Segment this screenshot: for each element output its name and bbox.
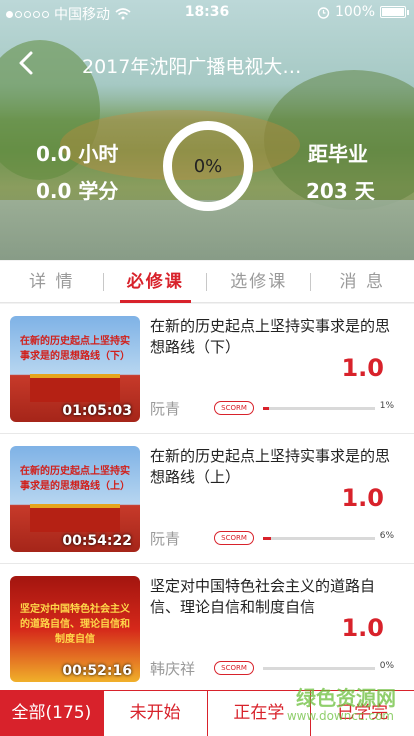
- back-button[interactable]: [16, 50, 46, 80]
- course-thumbnail: 在新的历史起点上坚持实事求是的思想路线（下） 01:05:03: [10, 316, 140, 422]
- course-thumbnail: 坚定对中国特色社会主义的道路自信、理论自信和制度自信 00:52:16: [10, 576, 140, 682]
- scorm-badge: SCORM: [214, 531, 254, 545]
- graduation-days: 203 天: [306, 179, 375, 203]
- course-progress-percent: 0%: [379, 661, 394, 671]
- course-list: 在新的历史起点上坚持实事求是的思想路线（下） 01:05:03 在新的历史起点上…: [0, 304, 414, 694]
- course-duration: 01:05:03: [62, 403, 132, 419]
- filter-not-started-button[interactable]: 未开始: [103, 691, 208, 736]
- tab-elective[interactable]: 选修课: [207, 261, 311, 303]
- tab-details[interactable]: 详 情: [0, 261, 104, 303]
- course-item[interactable]: 在新的历史起点上坚持实事求是的思想路线（下） 01:05:03 在新的历史起点上…: [0, 304, 414, 434]
- earned-credits: 0.0 学分: [36, 179, 119, 203]
- filter-all-button[interactable]: 全部(175): [0, 691, 104, 736]
- watermark-logo: 绿色资源网: [296, 686, 396, 710]
- course-progress-bar: [263, 667, 375, 670]
- course-credit: 1.0: [341, 354, 384, 382]
- graduation-label: 距毕业: [308, 142, 368, 166]
- page-title: 2017年沈阳广播电视大…: [82, 56, 302, 78]
- status-bar: 中国移动 18:36 100%: [0, 0, 414, 26]
- progress-percent: 0%: [193, 155, 223, 177]
- scorm-badge: SCORM: [214, 401, 254, 415]
- alarm-icon: [317, 6, 330, 19]
- battery-icon: [380, 6, 409, 18]
- course-thumbnail: 在新的历史起点上坚持实事求是的思想路线（上） 00:54:22: [10, 446, 140, 552]
- course-title: 坚定对中国特色社会主义的道路自信、理论自信和制度自信: [150, 577, 376, 616]
- watermark-url: www.downcc.com: [286, 709, 394, 723]
- course-teacher: 阮青: [150, 530, 181, 548]
- course-item[interactable]: 坚定对中国特色社会主义的道路自信、理论自信和制度自信 00:52:16 坚定对中…: [0, 564, 414, 694]
- course-tabs: 详 情 必修课 选修课 消 息: [0, 261, 414, 303]
- course-header: 中国移动 18:36 100% 2017年沈阳广播电视大… 0.0 小时 0.0…: [0, 0, 414, 260]
- course-teacher: 阮青: [150, 400, 181, 418]
- course-progress-percent: 6%: [379, 531, 394, 541]
- course-credit: 1.0: [341, 484, 384, 512]
- course-item[interactable]: 在新的历史起点上坚持实事求是的思想路线（上） 00:54:22 在新的历史起点上…: [0, 434, 414, 564]
- course-credit: 1.0: [341, 614, 384, 642]
- course-title: 在新的历史起点上坚持实事求是的思想路线（上）: [150, 447, 391, 486]
- course-teacher: 韩庆祥: [150, 660, 196, 678]
- progress-ring: 0%: [163, 121, 253, 211]
- course-duration: 00:54:22: [62, 533, 132, 549]
- course-title: 在新的历史起点上坚持实事求是的思想路线（下）: [150, 317, 391, 356]
- chevron-left-icon: [19, 51, 33, 75]
- course-progress-percent: 1%: [379, 401, 394, 411]
- course-duration: 00:52:16: [62, 663, 132, 679]
- battery-percent: 100%: [334, 4, 375, 20]
- scorm-badge: SCORM: [214, 661, 254, 675]
- tab-required[interactable]: 必修课: [104, 261, 207, 303]
- tab-messages[interactable]: 消 息: [311, 261, 414, 303]
- study-hours: 0.0 小时: [36, 142, 119, 166]
- course-progress-bar: [263, 407, 375, 410]
- course-progress-bar: [263, 537, 375, 540]
